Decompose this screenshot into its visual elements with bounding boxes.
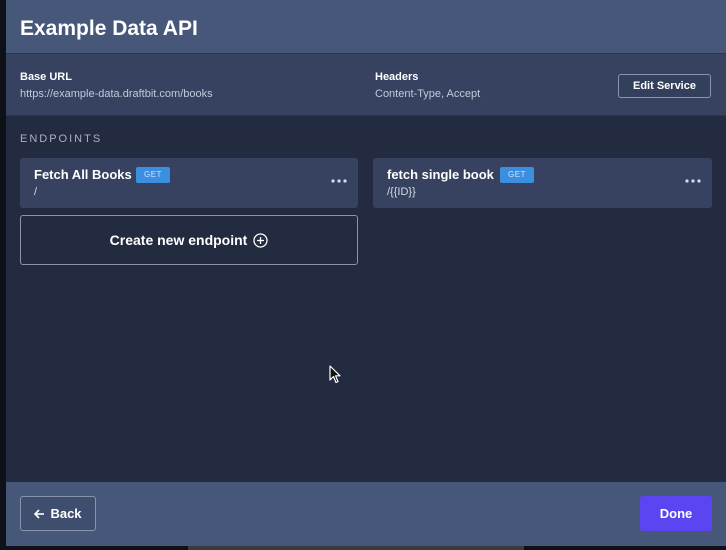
endpoint-card-fetch-all-books[interactable]: Fetch All Books GET / (20, 158, 358, 208)
create-endpoint-button[interactable]: Create new endpoint (20, 215, 358, 265)
endpoint-card-fetch-single-book[interactable]: fetch single book GET /{{ID}} (373, 158, 712, 208)
edit-service-button[interactable]: Edit Service (618, 74, 711, 98)
modal-title: Example Data API (20, 17, 198, 40)
endpoints-section-label: ENDPOINTS (20, 133, 103, 145)
arrow-left-icon (34, 508, 45, 519)
modal-footer: Back Done (6, 482, 726, 546)
headers-label: Headers (375, 71, 419, 83)
endpoint-name: fetch single book (387, 167, 494, 182)
endpoint-path: /{{ID}} (387, 186, 416, 198)
headers-value: Content-Type, Accept (375, 88, 481, 100)
plus-circle-icon (253, 232, 268, 248)
more-horizontal-icon-glyph (685, 179, 701, 183)
done-button[interactable]: Done (640, 496, 712, 531)
base-url-value: https://example-data.draftbit.com/books (20, 88, 213, 100)
mouse-cursor-icon (329, 365, 341, 384)
endpoint-name: Fetch All Books (34, 167, 132, 182)
more-horizontal-icon-glyph (331, 179, 347, 183)
backdrop-bottom (188, 546, 524, 550)
method-badge: GET (500, 167, 534, 183)
service-modal: Example Data API Base URL https://exampl… (6, 0, 726, 546)
more-horizontal-icon[interactable] (684, 174, 702, 188)
endpoint-path: / (34, 186, 38, 198)
back-button[interactable]: Back (20, 496, 96, 531)
service-info-bar: Base URL https://example-data.draftbit.c… (6, 54, 726, 116)
modal-header: Example Data API (6, 0, 726, 54)
base-url-label: Base URL (20, 71, 72, 83)
method-badge: GET (136, 167, 170, 183)
back-label: Back (50, 506, 82, 521)
more-horizontal-icon[interactable] (330, 174, 348, 188)
create-endpoint-label: Create new endpoint (109, 232, 248, 248)
